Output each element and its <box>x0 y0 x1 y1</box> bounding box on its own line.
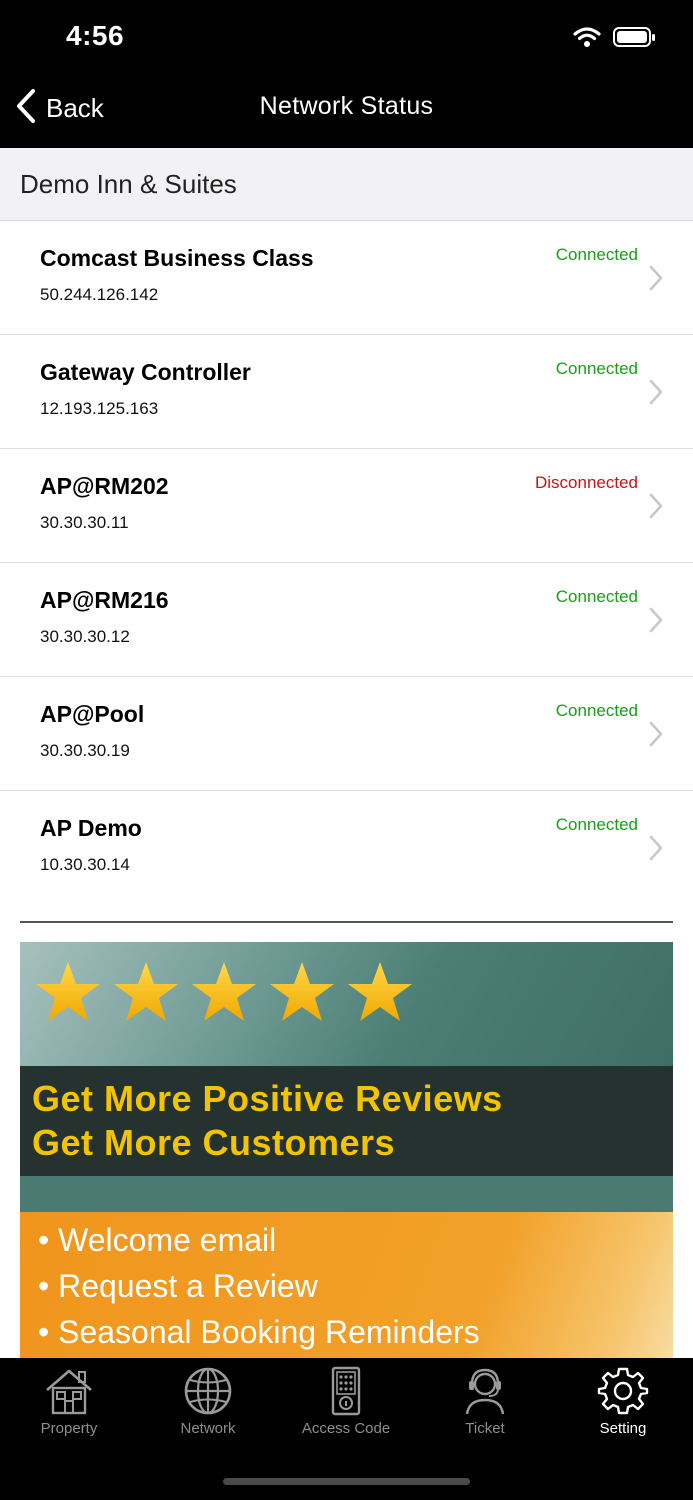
home-indicator <box>223 1478 470 1485</box>
globe-icon <box>148 1366 268 1416</box>
star-icon <box>346 960 414 1029</box>
device-ip: 12.193.125.163 <box>40 399 159 418</box>
banner-headline-band: Get More Positive Reviews Get More Custo… <box>20 1066 673 1176</box>
device-status: Connected <box>555 701 638 720</box>
chevron-right-icon <box>649 493 663 524</box>
chevron-right-icon <box>649 835 663 866</box>
tab-access-code[interactable]: Access Code <box>286 1366 406 1437</box>
header: 4:56 Back Network Status <box>0 0 693 148</box>
chevron-right-icon <box>649 379 663 410</box>
headset-agent-icon <box>425 1366 545 1416</box>
device-status: Connected <box>555 587 638 606</box>
chevron-right-icon <box>649 721 663 752</box>
star-icon <box>190 960 258 1029</box>
star-icon <box>112 960 180 1029</box>
device-status: Connected <box>555 359 638 378</box>
banner-bullet: • Welcome email <box>38 1222 277 1258</box>
device-name: AP Demo <box>40 815 142 841</box>
device-ip: 50.244.126.142 <box>40 285 159 304</box>
banner-top-band <box>20 942 673 1066</box>
device-row[interactable]: AP Demo 10.30.30.14 Connected <box>0 791 693 904</box>
device-row[interactable]: AP@RM216 30.30.30.12 Connected <box>0 563 693 677</box>
device-row[interactable]: Comcast Business Class 50.244.126.142 Conn… <box>0 221 693 335</box>
wifi-icon <box>573 26 601 53</box>
device-name: AP@RM202 <box>40 473 169 499</box>
tab-network[interactable]: Network <box>148 1366 268 1437</box>
device-ip: 10.30.30.14 <box>40 855 130 874</box>
property-name: Demo Inn & Suites <box>20 168 237 199</box>
tab-label: Access Code <box>301 1420 391 1437</box>
house-icon <box>9 1366 129 1416</box>
gear-icon <box>563 1366 683 1416</box>
rating-stars <box>34 960 414 1029</box>
device-status: Connected <box>555 815 638 834</box>
device-ip: 30.30.30.12 <box>40 627 130 646</box>
banner-headline-1: Get More Positive Reviews <box>32 1078 503 1119</box>
device-ip: 30.30.30.11 <box>40 513 129 532</box>
device-row[interactable]: AP@Pool 30.30.30.19 Connected <box>0 677 693 791</box>
device-ip: 30.30.30.19 <box>40 741 130 760</box>
device-name: AP@RM216 <box>40 587 169 613</box>
banner-bullet: • Request a Review <box>38 1268 318 1304</box>
device-row[interactable]: Gateway Controller 12.193.125.163 Connecte… <box>0 335 693 449</box>
tab-label: Property <box>40 1420 98 1437</box>
page-title: Network Status <box>259 92 434 120</box>
tab-label: Ticket <box>465 1420 505 1437</box>
battery-icon <box>613 26 657 53</box>
banner-headline-2: Get More Customers <box>32 1122 396 1163</box>
banner-bullet: • Seasonal Booking Reminders <box>38 1314 480 1350</box>
promo-banner[interactable]: Get More Positive Reviews Get More Custo… <box>20 942 673 1360</box>
device-status: Connected <box>555 245 638 264</box>
status-icons <box>573 26 657 53</box>
status-time: 4:56 <box>66 20 125 51</box>
star-icon <box>268 960 336 1029</box>
tab-ticket[interactable]: Ticket <box>425 1366 545 1437</box>
property-header: Demo Inn & Suites <box>0 148 693 221</box>
banner-strip <box>20 1176 673 1212</box>
device-name: AP@Pool <box>40 701 145 727</box>
banner-bullets-band: • Welcome email • Request a Review • Sea… <box>20 1212 673 1360</box>
star-icon <box>34 960 102 1029</box>
chevron-right-icon <box>649 607 663 638</box>
divider <box>20 921 673 923</box>
chevron-right-icon <box>649 265 663 296</box>
device-row[interactable]: AP@RM202 30.30.30.11 Disconnected <box>0 449 693 563</box>
tab-label: Network <box>180 1420 236 1437</box>
tab-setting[interactable]: Setting <box>563 1366 683 1437</box>
tab-property[interactable]: Property <box>9 1366 129 1437</box>
tab-label: Setting <box>599 1420 647 1437</box>
keypad-lock-icon <box>286 1366 406 1416</box>
device-name: Gateway Controller <box>40 359 251 385</box>
device-list: Comcast Business Class 50.244.126.142 Conn… <box>0 221 693 904</box>
device-status: Disconnected <box>534 473 638 492</box>
device-name: Comcast Business Class <box>40 245 314 271</box>
